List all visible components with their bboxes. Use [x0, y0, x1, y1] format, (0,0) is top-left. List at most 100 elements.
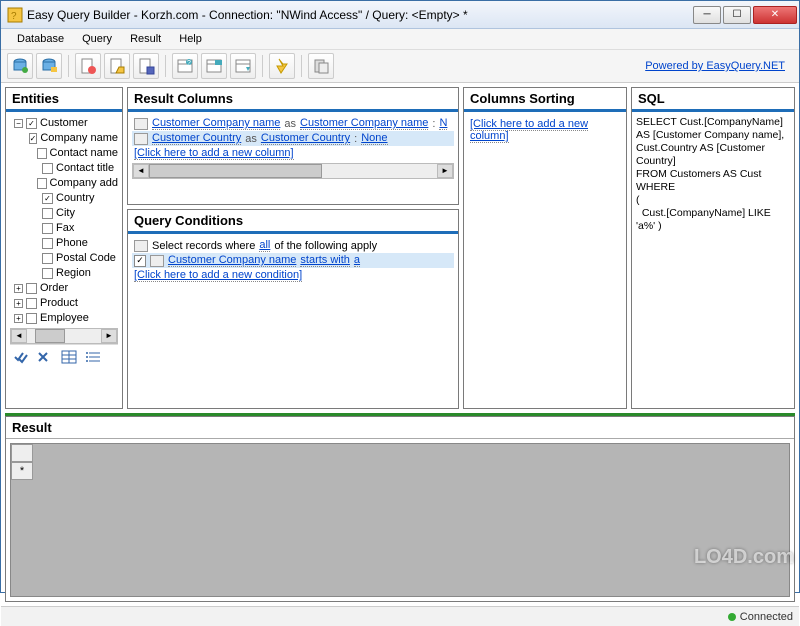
- grid-view-icon[interactable]: [60, 349, 78, 365]
- result-grid[interactable]: *: [10, 443, 790, 597]
- tree-item[interactable]: Company add: [10, 176, 118, 191]
- column-sort[interactable]: None: [361, 132, 387, 145]
- checkbox-icon[interactable]: [37, 178, 47, 189]
- menu-database[interactable]: Database: [9, 31, 72, 47]
- checkbox-icon[interactable]: [29, 133, 38, 144]
- tree-item[interactable]: Contact title: [10, 161, 118, 176]
- list-view-icon[interactable]: [84, 349, 102, 365]
- uncheck-all-icon[interactable]: [36, 349, 54, 365]
- conditions-icon[interactable]: [201, 53, 227, 79]
- columns-hscroll[interactable]: ◄►: [132, 163, 454, 179]
- expand-icon[interactable]: +: [14, 284, 23, 293]
- db-connect-icon[interactable]: [7, 53, 33, 79]
- close-button[interactable]: ✕: [753, 6, 797, 24]
- column-row[interactable]: Customer Country as Customer Country : N…: [132, 131, 454, 146]
- row-handle-icon[interactable]: [134, 240, 148, 252]
- tree-item-label: Country: [56, 191, 95, 206]
- open-query-icon[interactable]: [104, 53, 130, 79]
- tree-item[interactable]: − Customer: [10, 116, 118, 131]
- sort-icon[interactable]: [230, 53, 256, 79]
- tree-item[interactable]: +Employee: [10, 311, 118, 326]
- checkbox-icon[interactable]: [42, 268, 53, 279]
- entities-tree[interactable]: − CustomerCompany nameContact nameContact…: [10, 116, 118, 326]
- connection-status-icon: [728, 613, 736, 621]
- scroll-left-icon[interactable]: ◄: [11, 329, 27, 343]
- checkbox-icon[interactable]: [26, 298, 37, 309]
- entities-hscroll[interactable]: ◄ ►: [10, 328, 118, 344]
- entities-toolbar: [10, 344, 118, 369]
- tree-item[interactable]: +Order: [10, 281, 118, 296]
- columns-sorting-panel: Columns Sorting [Click here to add a new…: [463, 87, 627, 409]
- row-handle-icon[interactable]: [134, 133, 148, 145]
- menu-query[interactable]: Query: [74, 31, 120, 47]
- as-label: as: [284, 118, 296, 130]
- checkbox-icon[interactable]: [26, 313, 37, 324]
- save-query-icon[interactable]: [133, 53, 159, 79]
- checkbox-icon[interactable]: [42, 238, 53, 249]
- window-title: Easy Query Builder - Korzh.com - Connect…: [27, 8, 693, 22]
- tree-item[interactable]: +Product: [10, 296, 118, 311]
- scroll-right-icon[interactable]: ►: [101, 329, 117, 343]
- execute-icon[interactable]: [269, 53, 295, 79]
- checkbox-icon[interactable]: [26, 118, 37, 129]
- tree-item[interactable]: Country: [10, 191, 118, 206]
- menu-result[interactable]: Result: [122, 31, 169, 47]
- main-area: Entities −CustomerCompany nameContact na…: [1, 83, 799, 413]
- minimize-button[interactable]: ─: [693, 6, 721, 24]
- row-handle-icon[interactable]: [150, 255, 164, 267]
- tree-item[interactable]: City: [10, 206, 118, 221]
- tree-item-label: Customer: [40, 116, 88, 131]
- check-all-icon[interactable]: [12, 349, 30, 365]
- root-all-link[interactable]: all: [259, 239, 270, 252]
- powered-by-link[interactable]: Powered by EasyQuery.NET: [645, 60, 793, 72]
- expand-icon[interactable]: +: [14, 299, 23, 308]
- checkbox-icon[interactable]: [42, 223, 53, 234]
- grid-corner: [11, 444, 33, 462]
- new-query-icon[interactable]: [75, 53, 101, 79]
- maximize-button[interactable]: ☐: [723, 6, 751, 24]
- column-expression[interactable]: Customer Company name: [152, 117, 280, 130]
- condition-attr[interactable]: Customer Company name: [168, 254, 296, 267]
- scroll-left-icon[interactable]: ◄: [133, 164, 149, 178]
- row-handle-icon[interactable]: [134, 118, 148, 130]
- column-row[interactable]: Customer Company name as Customer Compan…: [132, 116, 454, 131]
- tree-item[interactable]: Contact name: [10, 146, 118, 161]
- column-sort[interactable]: N: [439, 117, 447, 130]
- checkbox-icon[interactable]: [42, 253, 53, 264]
- tree-item[interactable]: Fax: [10, 221, 118, 236]
- tree-item[interactable]: Region: [10, 266, 118, 281]
- query-conditions-panel: Query Conditions Select records where al…: [127, 209, 459, 409]
- column-alias[interactable]: Customer Country: [261, 132, 350, 145]
- tree-item-label: Contact name: [50, 146, 118, 161]
- checkbox-icon[interactable]: [42, 163, 53, 174]
- checkbox-icon[interactable]: [42, 193, 53, 204]
- tree-item-label: Phone: [56, 236, 88, 251]
- tree-item-label: Company add: [50, 176, 119, 191]
- checkbox-icon[interactable]: [26, 283, 37, 294]
- condition-operator[interactable]: starts with: [300, 254, 350, 267]
- tree-item[interactable]: Company name: [10, 131, 118, 146]
- expand-icon[interactable]: +: [14, 314, 23, 323]
- grid-row-new[interactable]: *: [11, 462, 33, 480]
- checkbox-icon[interactable]: [42, 208, 53, 219]
- condition-row[interactable]: Customer Company name starts with a: [132, 253, 454, 268]
- condition-root[interactable]: Select records where all of the followin…: [132, 238, 454, 253]
- column-expression[interactable]: Customer Country: [152, 132, 241, 145]
- add-column-link[interactable]: [Click here to add a new column]: [134, 147, 294, 160]
- db-edit-icon[interactable]: [36, 53, 62, 79]
- condition-enabled-checkbox[interactable]: [134, 255, 146, 267]
- columns-icon[interactable]: ?: [172, 53, 198, 79]
- menu-help[interactable]: Help: [171, 31, 210, 47]
- add-condition-link[interactable]: [Click here to add a new condition]: [134, 269, 302, 282]
- tree-item[interactable]: Phone: [10, 236, 118, 251]
- columns-sorting-title: Columns Sorting: [464, 88, 626, 112]
- tree-item[interactable]: Postal Code: [10, 251, 118, 266]
- column-alias[interactable]: Customer Company name: [300, 117, 428, 130]
- checkbox-icon[interactable]: [37, 148, 47, 159]
- scroll-right-icon[interactable]: ►: [437, 164, 453, 178]
- export-icon[interactable]: [308, 53, 334, 79]
- tree-item-label: Region: [56, 266, 91, 281]
- add-sort-column-link[interactable]: [Click here to add a new column]: [470, 118, 588, 143]
- collapse-icon[interactable]: −: [14, 119, 23, 128]
- condition-value[interactable]: a: [354, 254, 360, 267]
